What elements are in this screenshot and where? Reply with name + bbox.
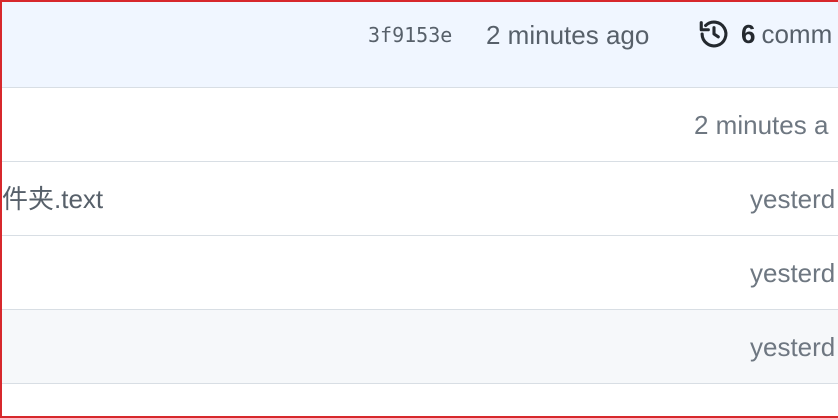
file-row-hovered[interactable]: yesterd bbox=[2, 310, 838, 384]
commit-sha-link[interactable]: 3f9153e bbox=[368, 22, 452, 48]
commit-count-label: comm bbox=[761, 19, 833, 49]
file-row[interactable]: 件夹.text yesterd bbox=[2, 162, 838, 236]
file-browser-frame: 3f9153e 2 minutes ago 6 comm 2 minutes a… bbox=[0, 0, 838, 418]
file-commit-time: yesterd bbox=[750, 184, 836, 214]
commit-count: 6 bbox=[741, 19, 756, 49]
file-row[interactable]: 2 minutes a bbox=[2, 88, 838, 162]
file-commit-time: yesterd bbox=[750, 258, 836, 288]
file-row[interactable]: yesterd bbox=[2, 236, 838, 310]
file-commit-time: 2 minutes a bbox=[694, 110, 829, 140]
commit-time-ago: 2 minutes ago bbox=[486, 20, 650, 50]
file-row[interactable] bbox=[2, 384, 838, 416]
file-commit-time: yesterd bbox=[750, 332, 836, 362]
history-icon bbox=[697, 17, 731, 51]
commit-history-link[interactable]: 6 comm bbox=[697, 17, 832, 51]
latest-commit-bar: 3f9153e 2 minutes ago 6 comm bbox=[2, 2, 838, 88]
file-name[interactable]: 件夹.text bbox=[2, 184, 103, 214]
